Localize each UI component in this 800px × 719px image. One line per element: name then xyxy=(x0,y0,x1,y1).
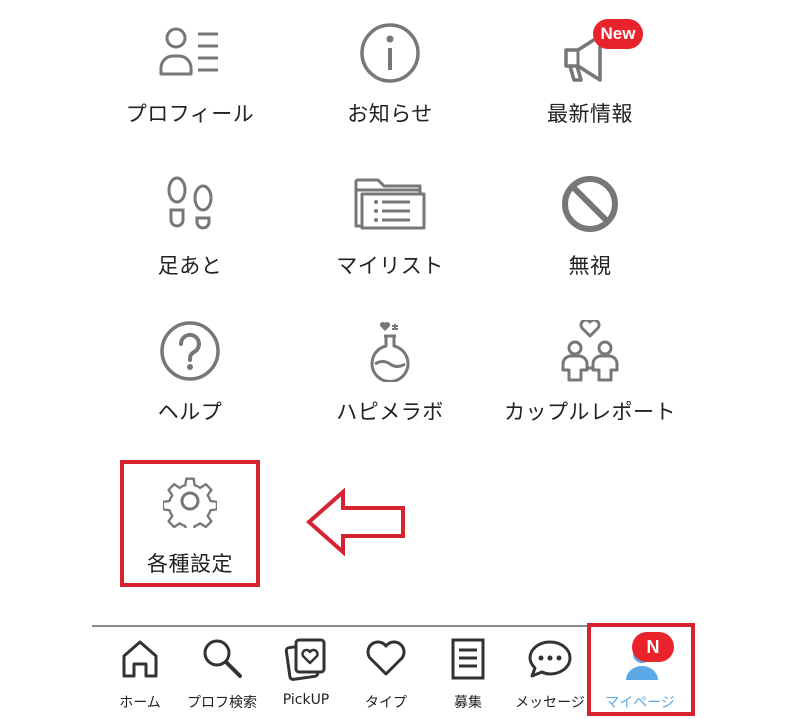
menu-item-help[interactable]: ヘルプ xyxy=(90,320,290,430)
search-icon xyxy=(203,639,242,678)
mylist-label: マイリスト xyxy=(336,254,444,278)
new-badge: New xyxy=(593,19,643,49)
flask-heart-icon xyxy=(370,322,410,382)
board-icon xyxy=(451,638,485,680)
heart-icon xyxy=(366,640,406,676)
menu-item-news[interactable]: お知らせ xyxy=(290,20,490,130)
latest-label: 最新情報 xyxy=(547,102,633,126)
profile-list-icon xyxy=(159,27,218,76)
menu-item-latest[interactable]: 最新情報 xyxy=(490,20,690,130)
couple-heart-icon xyxy=(561,320,619,382)
ignore-label: 無視 xyxy=(568,254,612,278)
folder-list-icon xyxy=(354,178,426,230)
chat-bubble-icon xyxy=(528,640,572,678)
lab-label: ハピメラボ xyxy=(336,400,444,424)
tab-message-label: メッセージ xyxy=(515,695,585,711)
question-icon xyxy=(160,321,220,381)
cards-heart-icon xyxy=(284,638,326,681)
menu-item-lab[interactable]: ハピメラボ xyxy=(290,320,490,430)
block-icon xyxy=(562,176,618,232)
home-icon xyxy=(122,640,158,678)
news-label: お知らせ xyxy=(347,102,433,126)
help-label: ヘルプ xyxy=(157,400,223,424)
menu-item-profile[interactable]: プロフィール xyxy=(90,20,290,130)
menu-item-ignore[interactable]: 無視 xyxy=(490,172,690,282)
mypage-highlight-box xyxy=(587,623,695,716)
info-icon xyxy=(360,23,420,83)
footprints-icon xyxy=(167,176,213,230)
settings-highlight-box xyxy=(120,460,260,587)
left-arrow-icon xyxy=(305,488,405,556)
menu-item-couple-report[interactable]: カップルレポート xyxy=(490,320,690,430)
menu-item-mylist[interactable]: マイリスト xyxy=(290,172,490,282)
footprints-label: 足あと xyxy=(157,254,223,278)
couple-report-label: カップルレポート xyxy=(504,400,676,424)
profile-label: プロフィール xyxy=(125,102,255,126)
menu-item-footprints[interactable]: 足あと xyxy=(90,172,290,282)
